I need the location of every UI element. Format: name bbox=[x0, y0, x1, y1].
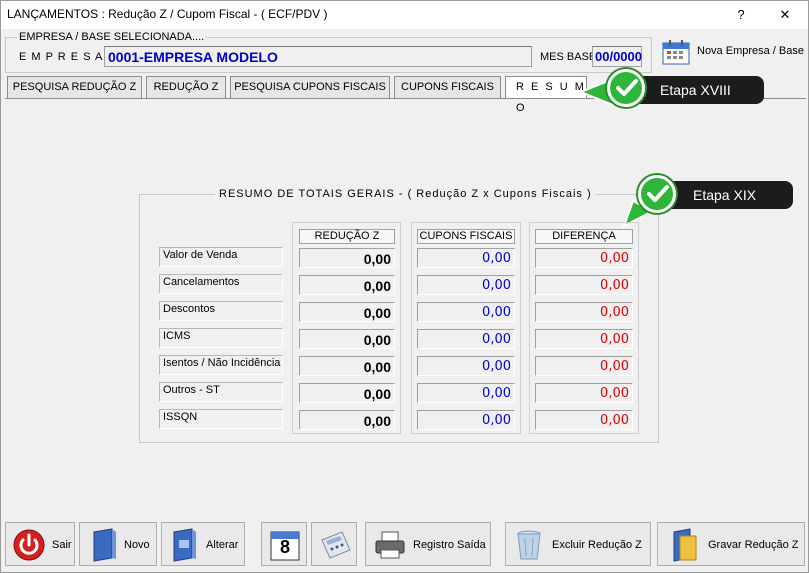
novo-label: Novo bbox=[124, 539, 150, 551]
row-label-valor-de-venda: Valor de Venda bbox=[159, 247, 283, 267]
registro-saida-label: Registro Saída bbox=[413, 539, 486, 551]
edit-document-icon bbox=[173, 528, 196, 562]
diferenca-value-isentos: 0,00 bbox=[535, 356, 633, 376]
novo-button[interactable]: Novo bbox=[79, 522, 157, 566]
trash-icon bbox=[517, 530, 541, 560]
cupons-value-icms: 0,00 bbox=[417, 329, 515, 349]
cupons-value-issqn: 0,00 bbox=[417, 410, 515, 430]
gravar-label: Gravar Redução Z bbox=[708, 539, 799, 551]
cupons-value-descontos: 0,00 bbox=[417, 302, 515, 322]
sair-button[interactable]: Sair bbox=[5, 522, 75, 566]
empresa-label: E M P R E S A bbox=[19, 51, 104, 63]
empresa-group-label: EMPRESA / BASE SELECIONADA.... bbox=[17, 31, 207, 43]
tab-pesquisa-reducao-z[interactable]: PESQUISA REDUÇÃO Z bbox=[7, 76, 142, 99]
column-header-cupons-fiscais: CUPONS FISCAIS bbox=[417, 229, 515, 244]
nova-empresa-label: Nova Empresa / Base bbox=[697, 45, 804, 57]
reducao-value-cancelamentos: 0,00 bbox=[299, 275, 395, 295]
reducao-value-valor-de-venda: 0,00 bbox=[299, 248, 395, 268]
row-label-cancelamentos: Cancelamentos bbox=[159, 274, 283, 294]
diferenca-value-cancelamentos: 0,00 bbox=[535, 275, 633, 295]
checkmark-icon bbox=[607, 69, 645, 107]
help-button[interactable]: ? bbox=[719, 1, 763, 29]
new-document-icon bbox=[93, 528, 116, 562]
callout-etapa-xviii: Etapa XVIII bbox=[626, 76, 764, 104]
calendar-icon bbox=[662, 40, 690, 65]
reducao-value-isentos: 0,00 bbox=[299, 356, 395, 376]
window-title: LANÇAMENTOS : Redução Z / Cupom Fiscal -… bbox=[7, 7, 328, 21]
calendar-day: 8 bbox=[280, 537, 291, 557]
folder-save-icon bbox=[673, 528, 697, 562]
main-window: LANÇAMENTOS : Redução Z / Cupom Fiscal -… bbox=[0, 0, 809, 573]
cupons-value-cancelamentos: 0,00 bbox=[417, 275, 515, 295]
empresa-field: 0001-EMPRESA MODELO bbox=[104, 46, 532, 67]
diferenca-value-valor-de-venda: 0,00 bbox=[535, 248, 633, 268]
diferenca-value-descontos: 0,00 bbox=[535, 302, 633, 322]
gravar-reducao-z-button[interactable]: Gravar Redução Z bbox=[657, 522, 805, 566]
mes-base-label: MES BASE bbox=[540, 51, 597, 63]
empresa-value: 0001-EMPRESA MODELO bbox=[108, 49, 278, 65]
reducao-value-descontos: 0,00 bbox=[299, 302, 395, 322]
excluir-reducao-z-button[interactable]: Excluir Redução Z bbox=[505, 522, 651, 566]
tab-reducao-z[interactable]: REDUÇÃO Z bbox=[146, 76, 226, 99]
diferenca-value-outros-st: 0,00 bbox=[535, 383, 633, 403]
tab-pesquisa-cupons-fiscais[interactable]: PESQUISA CUPONS FISCAIS bbox=[230, 76, 390, 99]
row-label-issqn: ISSQN bbox=[159, 409, 283, 429]
reducao-value-outros-st: 0,00 bbox=[299, 383, 395, 403]
cupons-value-outros-st: 0,00 bbox=[417, 383, 515, 403]
alterar-button[interactable]: Alterar bbox=[161, 522, 245, 566]
close-button[interactable]: ✕ bbox=[763, 1, 807, 29]
mes-base-value: 00/0000 bbox=[595, 49, 642, 64]
mes-base-field: 00/0000 bbox=[592, 46, 642, 67]
column-header-reducao-z: REDUÇÃO Z bbox=[299, 229, 395, 244]
resumo-title: RESUMO DE TOTAIS GERAIS - ( Redução Z x … bbox=[215, 188, 596, 200]
diferenca-value-issqn: 0,00 bbox=[535, 410, 633, 430]
registro-saida-button[interactable]: Registro Saída bbox=[365, 522, 491, 566]
excluir-label: Excluir Redução Z bbox=[552, 539, 642, 551]
power-icon bbox=[13, 529, 45, 561]
diferenca-value-icms: 0,00 bbox=[535, 329, 633, 349]
cupons-value-valor-de-venda: 0,00 bbox=[417, 248, 515, 268]
row-label-isentos: Isentos / Não Incidência bbox=[159, 355, 283, 375]
alterar-label: Alterar bbox=[206, 539, 239, 551]
calculator-icon bbox=[321, 531, 351, 559]
row-label-icms: ICMS bbox=[159, 328, 283, 348]
callout-etapa-xix: Etapa XIX bbox=[659, 181, 793, 209]
calendar-button[interactable]: 8 bbox=[261, 522, 307, 566]
calculator-button[interactable] bbox=[311, 522, 357, 566]
reducao-value-issqn: 0,00 bbox=[299, 410, 395, 430]
column-header-diferenca: DIFERENÇA bbox=[535, 229, 633, 244]
tab-resumo[interactable]: R E S U M O bbox=[505, 76, 587, 114]
row-label-descontos: Descontos bbox=[159, 301, 283, 321]
cupons-value-isentos: 0,00 bbox=[417, 356, 515, 376]
printer-icon bbox=[375, 531, 405, 559]
title-bar[interactable]: LANÇAMENTOS : Redução Z / Cupom Fiscal -… bbox=[1, 1, 808, 29]
tab-cupons-fiscais[interactable]: CUPONS FISCAIS bbox=[394, 76, 501, 99]
reducao-value-icms: 0,00 bbox=[299, 329, 395, 349]
row-label-outros-st: Outros - ST bbox=[159, 382, 283, 402]
sair-label: Sair bbox=[52, 539, 72, 551]
nova-empresa-button[interactable]: Nova Empresa / Base bbox=[657, 37, 807, 65]
checkmark-icon bbox=[638, 175, 676, 213]
